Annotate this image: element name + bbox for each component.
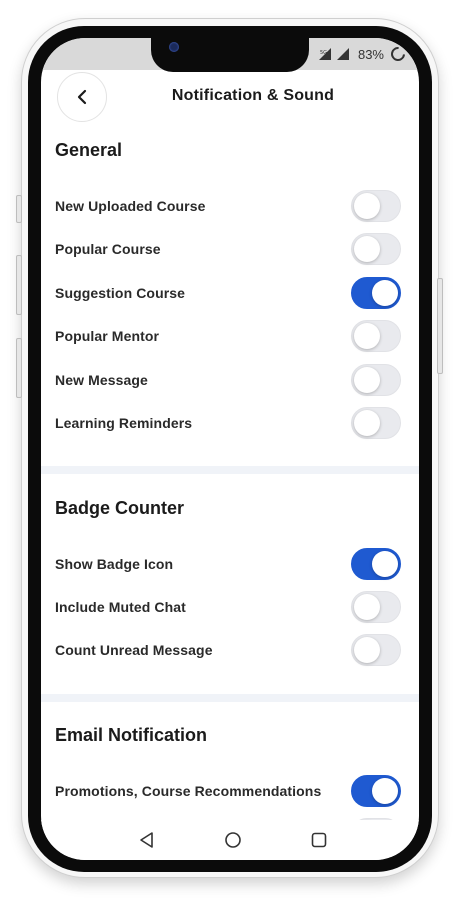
section-title-badge-counter: Badge Counter bbox=[55, 498, 185, 518]
section-title-general: General bbox=[55, 140, 123, 160]
setting-label: Show Badge Icon bbox=[55, 556, 174, 572]
setting-label: Promotions, Course Recommendations bbox=[55, 783, 322, 799]
toggle-knob bbox=[354, 236, 380, 262]
toggle-count-unread-message[interactable] bbox=[351, 634, 401, 666]
toggle-learning-reminders[interactable] bbox=[351, 407, 401, 439]
toggle-include-muted-chat[interactable] bbox=[351, 591, 401, 623]
battery-icon bbox=[388, 44, 408, 64]
setting-label: Suggestion Course bbox=[55, 285, 186, 301]
network-label: 5G bbox=[320, 50, 327, 56]
toggle-popular-course[interactable] bbox=[351, 233, 401, 265]
phone-volume-up-button bbox=[16, 255, 22, 315]
phone-side-button bbox=[16, 195, 22, 223]
setting-label: Popular Course bbox=[55, 241, 161, 257]
setting-row: Count Unread Message bbox=[55, 634, 401, 666]
setting-label: Learning Reminders bbox=[55, 415, 193, 431]
setting-row: Promotions, Course Recommendations bbox=[55, 775, 401, 807]
toggle-knob bbox=[354, 637, 380, 663]
status-indicators: 5G 83% bbox=[318, 44, 408, 64]
toggle-knob bbox=[354, 193, 380, 219]
nav-recents-button[interactable] bbox=[307, 828, 331, 852]
android-nav-bar bbox=[41, 820, 419, 860]
home-circle-icon bbox=[225, 832, 241, 848]
toggle-new-message[interactable] bbox=[351, 364, 401, 396]
toggle-promotions-course-recommendations[interactable] bbox=[351, 775, 401, 807]
toggle-knob bbox=[354, 594, 380, 620]
setting-row: Popular Course bbox=[55, 233, 401, 265]
setting-label: New Message bbox=[55, 372, 148, 388]
setting-row: Popular Mentor bbox=[55, 320, 401, 352]
nav-back-button[interactable] bbox=[135, 828, 159, 852]
phone-screen: 5G 83% Notification & Sound General New … bbox=[41, 38, 419, 860]
setting-label: Count Unread Message bbox=[55, 642, 213, 658]
toggle-new-uploaded-course[interactable] bbox=[351, 190, 401, 222]
toggle-knob bbox=[354, 367, 380, 393]
battery-percent: 83% bbox=[357, 46, 384, 62]
section-divider bbox=[41, 466, 419, 474]
phone-volume-down-button bbox=[16, 338, 22, 398]
camera-notch bbox=[151, 38, 309, 72]
toggle-popular-mentor[interactable] bbox=[351, 320, 401, 352]
signal-5g-icon: 5G bbox=[318, 48, 331, 60]
nav-home-button[interactable] bbox=[221, 828, 245, 852]
setting-label: New Uploaded Course bbox=[55, 198, 206, 214]
setting-row: Learning Reminders bbox=[55, 407, 401, 439]
toggle-knob bbox=[372, 551, 398, 577]
setting-row: New Message bbox=[55, 364, 401, 396]
recents-square-icon bbox=[311, 832, 327, 848]
phone-power-button bbox=[437, 278, 443, 374]
setting-row: Show Badge Icon bbox=[55, 548, 401, 580]
toggle-knob bbox=[354, 410, 380, 436]
setting-row: New Uploaded Course bbox=[55, 190, 401, 222]
front-camera-icon bbox=[169, 42, 179, 52]
setting-label: Popular Mentor bbox=[55, 328, 160, 344]
signal-icon bbox=[336, 48, 349, 60]
toggle-suggestion-course[interactable] bbox=[351, 277, 401, 309]
toggle-knob bbox=[372, 778, 398, 804]
setting-row: Include Muted Chat bbox=[55, 591, 401, 623]
section-divider bbox=[41, 694, 419, 702]
back-triangle-icon bbox=[140, 832, 153, 848]
setting-row: Suggestion Course bbox=[55, 277, 401, 309]
toggle-knob bbox=[354, 323, 380, 349]
page-title: Notification & Sound bbox=[171, 87, 335, 104]
toggle-knob bbox=[372, 280, 398, 306]
header: Notification & Sound bbox=[41, 70, 419, 124]
toggle-show-badge-icon[interactable] bbox=[351, 548, 401, 580]
setting-label: Include Muted Chat bbox=[55, 599, 186, 615]
section-title-email-notification: Email Notification bbox=[55, 725, 208, 745]
